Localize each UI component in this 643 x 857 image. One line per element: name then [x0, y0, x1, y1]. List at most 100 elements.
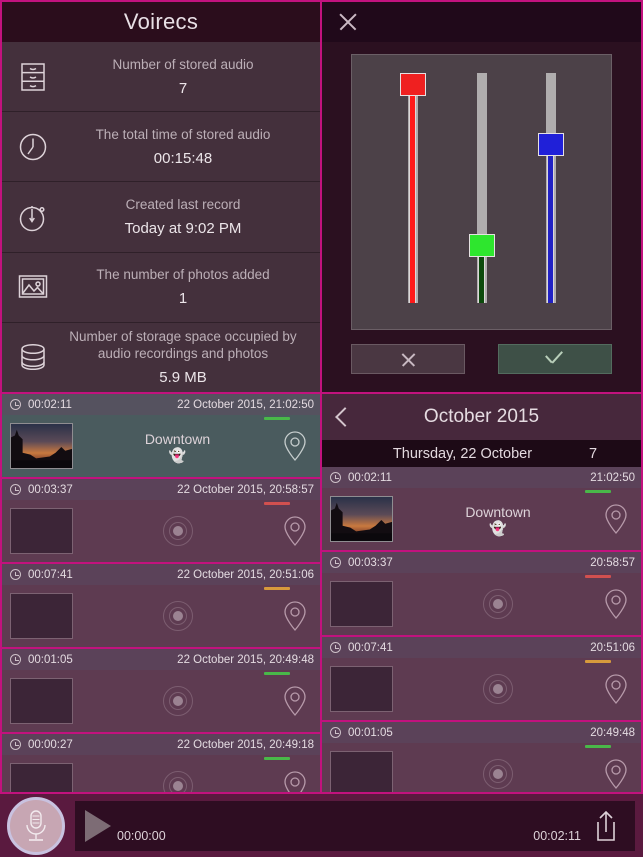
recording-thumbnail[interactable] — [330, 666, 393, 712]
location-pin-button[interactable] — [282, 685, 308, 717]
color-picker-actions — [351, 344, 612, 374]
recording-thumbnail[interactable] — [10, 508, 73, 554]
top-section: Voirecs Number of stored audio 7 The tot… — [0, 0, 643, 392]
clock-icon — [19, 133, 47, 161]
record-indicator-icon — [162, 686, 193, 716]
close-icon[interactable] — [337, 11, 359, 33]
share-button[interactable] — [591, 809, 621, 843]
chevron-left-icon — [335, 407, 355, 427]
recording-row[interactable]: 00:02:11 21:02:50 Downtown 👻 — [322, 467, 641, 552]
location-pin-button[interactable] — [603, 673, 629, 705]
location-pin-button[interactable] — [282, 430, 308, 462]
stat-row[interactable]: Created last record Today at 9:02 PM — [2, 182, 320, 253]
slider-knob-blue[interactable] — [537, 132, 564, 156]
stat-value: 1 — [178, 290, 188, 308]
recording-title: Downtown — [465, 503, 531, 520]
location-pin-button[interactable] — [282, 770, 308, 792]
location-pin-button[interactable] — [603, 588, 629, 620]
day-label: Thursday, 22 October — [392, 445, 533, 462]
recording-color-tag — [585, 745, 611, 748]
location-pin-icon — [605, 589, 627, 619]
recording-emoji: 👻 — [168, 446, 187, 463]
recording-duration: 00:01:05 — [348, 726, 393, 739]
slider-knob-red[interactable] — [399, 73, 426, 96]
recording-thumbnail[interactable] — [10, 423, 73, 469]
player-progress-strip[interactable]: 00:00:00 00:02:11 — [75, 800, 635, 851]
recording-row[interactable]: 00:03:37 22 October 2015, 20:58:57 — [2, 479, 320, 564]
stat-row[interactable]: The number of photos added 1 — [2, 253, 320, 323]
recording-center: Downtown 👻 — [73, 431, 282, 462]
recording-body — [2, 670, 320, 732]
stats-list: Number of stored audio 7 The total time … — [2, 42, 320, 392]
recording-thumbnail[interactable] — [330, 581, 393, 627]
recording-thumbnail[interactable] — [10, 593, 73, 639]
stat-body: Number of stored audio 7 — [60, 57, 316, 97]
stat-value: 5.9 MB — [159, 368, 207, 386]
slider-blue[interactable] — [537, 73, 564, 303]
record-indicator-icon — [162, 771, 193, 792]
cancel-button[interactable] — [351, 344, 465, 374]
recording-thumbnail[interactable] — [10, 678, 73, 724]
confirm-button[interactable] — [498, 344, 612, 374]
recording-emoji: 👻 — [489, 519, 507, 536]
stat-row[interactable]: Number of storage space occupied by audi… — [2, 323, 320, 392]
location-pin-button[interactable] — [282, 600, 308, 632]
play-button[interactable] — [85, 809, 111, 842]
recordings-list-all[interactable]: 00:02:11 22 October 2015, 21:02:50 Downt… — [0, 392, 322, 794]
check-icon — [546, 353, 565, 365]
location-pin-button[interactable] — [603, 758, 629, 790]
recording-meta: 00:02:11 22 October 2015, 21:02:50 — [2, 394, 320, 415]
stats-pane: Voirecs Number of stored audio 7 The tot… — [0, 0, 322, 392]
location-pin-button[interactable] — [282, 515, 308, 547]
recording-duration: 00:00:27 — [28, 738, 73, 751]
app-titlebar: Voirecs — [2, 2, 320, 42]
elapsed-time: 00:00:00 — [117, 828, 166, 843]
location-pin-button[interactable] — [603, 503, 629, 535]
stat-label: Number of stored audio — [112, 56, 254, 72]
recording-center — [73, 601, 282, 631]
recording-duration: 00:03:37 — [348, 556, 393, 569]
location-pin-icon — [605, 504, 627, 534]
recording-body: Downtown 👻 — [322, 488, 641, 550]
clock-icon — [330, 727, 341, 738]
recording-row[interactable]: 00:07:41 22 October 2015, 20:51:06 — [2, 564, 320, 649]
recording-thumbnail[interactable] — [330, 751, 393, 792]
recording-meta: 00:00:27 22 October 2015, 20:49:18 — [2, 734, 320, 755]
recording-thumbnail[interactable] — [10, 763, 73, 792]
slider-green[interactable] — [468, 73, 495, 303]
recording-meta: 00:03:37 22 October 2015, 20:58:57 — [2, 479, 320, 500]
stat-row[interactable]: The total time of stored audio 00:15:48 — [2, 112, 320, 183]
recording-row[interactable]: 00:01:05 20:49:48 — [322, 722, 641, 792]
recording-row[interactable]: 00:07:41 20:51:06 — [322, 637, 641, 722]
slider-knob-green[interactable] — [468, 233, 495, 257]
color-picker-body — [322, 42, 641, 392]
recording-row[interactable]: 00:03:37 20:58:57 — [322, 552, 641, 637]
location-pin-icon — [284, 516, 306, 546]
recording-body — [2, 755, 320, 792]
stat-label: The total time of stored audio — [95, 126, 271, 142]
recording-body — [322, 573, 641, 635]
recording-row[interactable]: 00:02:11 22 October 2015, 21:02:50 Downt… — [2, 394, 320, 479]
bottom-section: 00:02:11 22 October 2015, 21:02:50 Downt… — [0, 392, 643, 794]
recording-row[interactable]: 00:00:27 22 October 2015, 20:49:18 — [2, 734, 320, 792]
recording-thumbnail-image — [331, 497, 392, 541]
record-button[interactable] — [7, 796, 65, 855]
location-pin-icon — [284, 771, 306, 792]
stat-row[interactable]: Number of stored audio 7 — [2, 42, 320, 113]
recording-color-tag — [585, 575, 611, 578]
recording-datetime: 22 October 2015, 20:51:06 — [177, 568, 314, 581]
location-pin-icon — [284, 601, 306, 631]
recording-center — [73, 516, 282, 546]
stat-label: Created last record — [125, 197, 241, 213]
recording-color-tag — [585, 660, 611, 663]
color-picker-titlebar — [322, 2, 641, 42]
slider-red[interactable] — [399, 73, 426, 303]
recording-duration: 00:02:11 — [28, 398, 72, 411]
recording-row[interactable]: 00:01:05 22 October 2015, 20:49:48 — [2, 649, 320, 734]
back-button[interactable] — [322, 407, 368, 427]
recording-thumbnail[interactable] — [330, 496, 393, 542]
recording-meta: 00:03:37 20:58:57 — [322, 552, 641, 573]
recording-color-tag — [264, 587, 290, 590]
recording-center — [393, 589, 603, 619]
recordings-list-day[interactable]: 00:02:11 21:02:50 Downtown 👻 00:03:37 20… — [322, 467, 641, 792]
